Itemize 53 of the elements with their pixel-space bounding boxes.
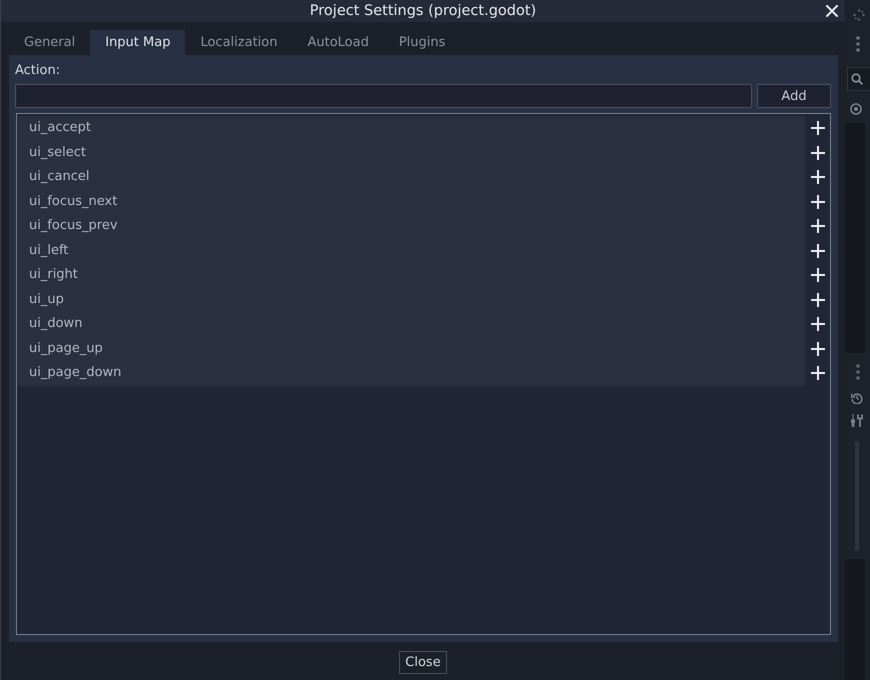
add-event-button[interactable]: [810, 194, 824, 209]
plus-icon: [810, 342, 824, 356]
add-event-button[interactable]: [810, 292, 824, 307]
action-label: Action:: [15, 63, 62, 79]
spinner-icon: [853, 9, 865, 21]
action-item[interactable]: ui_left: [18, 238, 805, 263]
plus-icon: [810, 121, 824, 136]
add-button[interactable]: Add: [757, 84, 831, 108]
close-button[interactable]: Close: [399, 651, 447, 674]
plus-icon: [810, 219, 824, 234]
window-title: Project Settings (project.godot): [310, 2, 536, 20]
add-event-button[interactable]: [810, 219, 824, 234]
tab[interactable]: Localization: [185, 30, 292, 55]
plus-icon: [810, 292, 824, 307]
tab[interactable]: General: [9, 30, 90, 55]
action-item[interactable]: ui_right: [18, 263, 805, 288]
action-item[interactable]: ui_up: [18, 288, 805, 312]
tab[interactable]: Input Map: [90, 30, 186, 55]
plus-icon: [810, 146, 824, 160]
add-event-button[interactable]: [810, 170, 824, 184]
add-event-button[interactable]: [810, 268, 824, 282]
close-icon: [826, 5, 838, 17]
action-item[interactable]: ui_focus_next: [18, 190, 805, 214]
action-item[interactable]: ui_page_up: [18, 336, 805, 361]
more-icon[interactable]: [856, 364, 860, 380]
search-icon: [851, 73, 863, 85]
add-event-button[interactable]: [810, 121, 824, 136]
plus-icon: [810, 366, 824, 380]
action-item[interactable]: ui_select: [18, 140, 805, 165]
tab[interactable]: Plugins: [384, 30, 460, 55]
plus-icon: [810, 170, 824, 184]
action-item[interactable]: ui_cancel: [18, 165, 805, 190]
history-icon[interactable]: [851, 392, 863, 404]
plus-icon: [810, 317, 824, 332]
target-icon[interactable]: [850, 103, 862, 115]
add-event-button[interactable]: [810, 244, 824, 258]
add-event-button[interactable]: [810, 146, 824, 160]
action-item[interactable]: ui_down: [18, 312, 805, 336]
action-item[interactable]: ui_page_down: [18, 361, 805, 386]
tools-icon[interactable]: [851, 414, 863, 427]
close-button[interactable]: [826, 5, 838, 17]
tab[interactable]: AutoLoad: [292, 30, 384, 55]
plus-icon: [810, 244, 824, 258]
add-event-button[interactable]: [810, 342, 824, 356]
action-item[interactable]: ui_accept: [18, 116, 805, 140]
action-input-field[interactable]: [15, 84, 752, 108]
search-button[interactable]: [847, 67, 870, 91]
plus-icon: [810, 268, 824, 282]
add-event-button[interactable]: [810, 366, 824, 380]
add-event-button[interactable]: [810, 317, 824, 332]
plus-icon: [810, 194, 824, 209]
more-icon[interactable]: [856, 36, 860, 52]
action-item[interactable]: ui_focus_prev: [18, 214, 805, 238]
